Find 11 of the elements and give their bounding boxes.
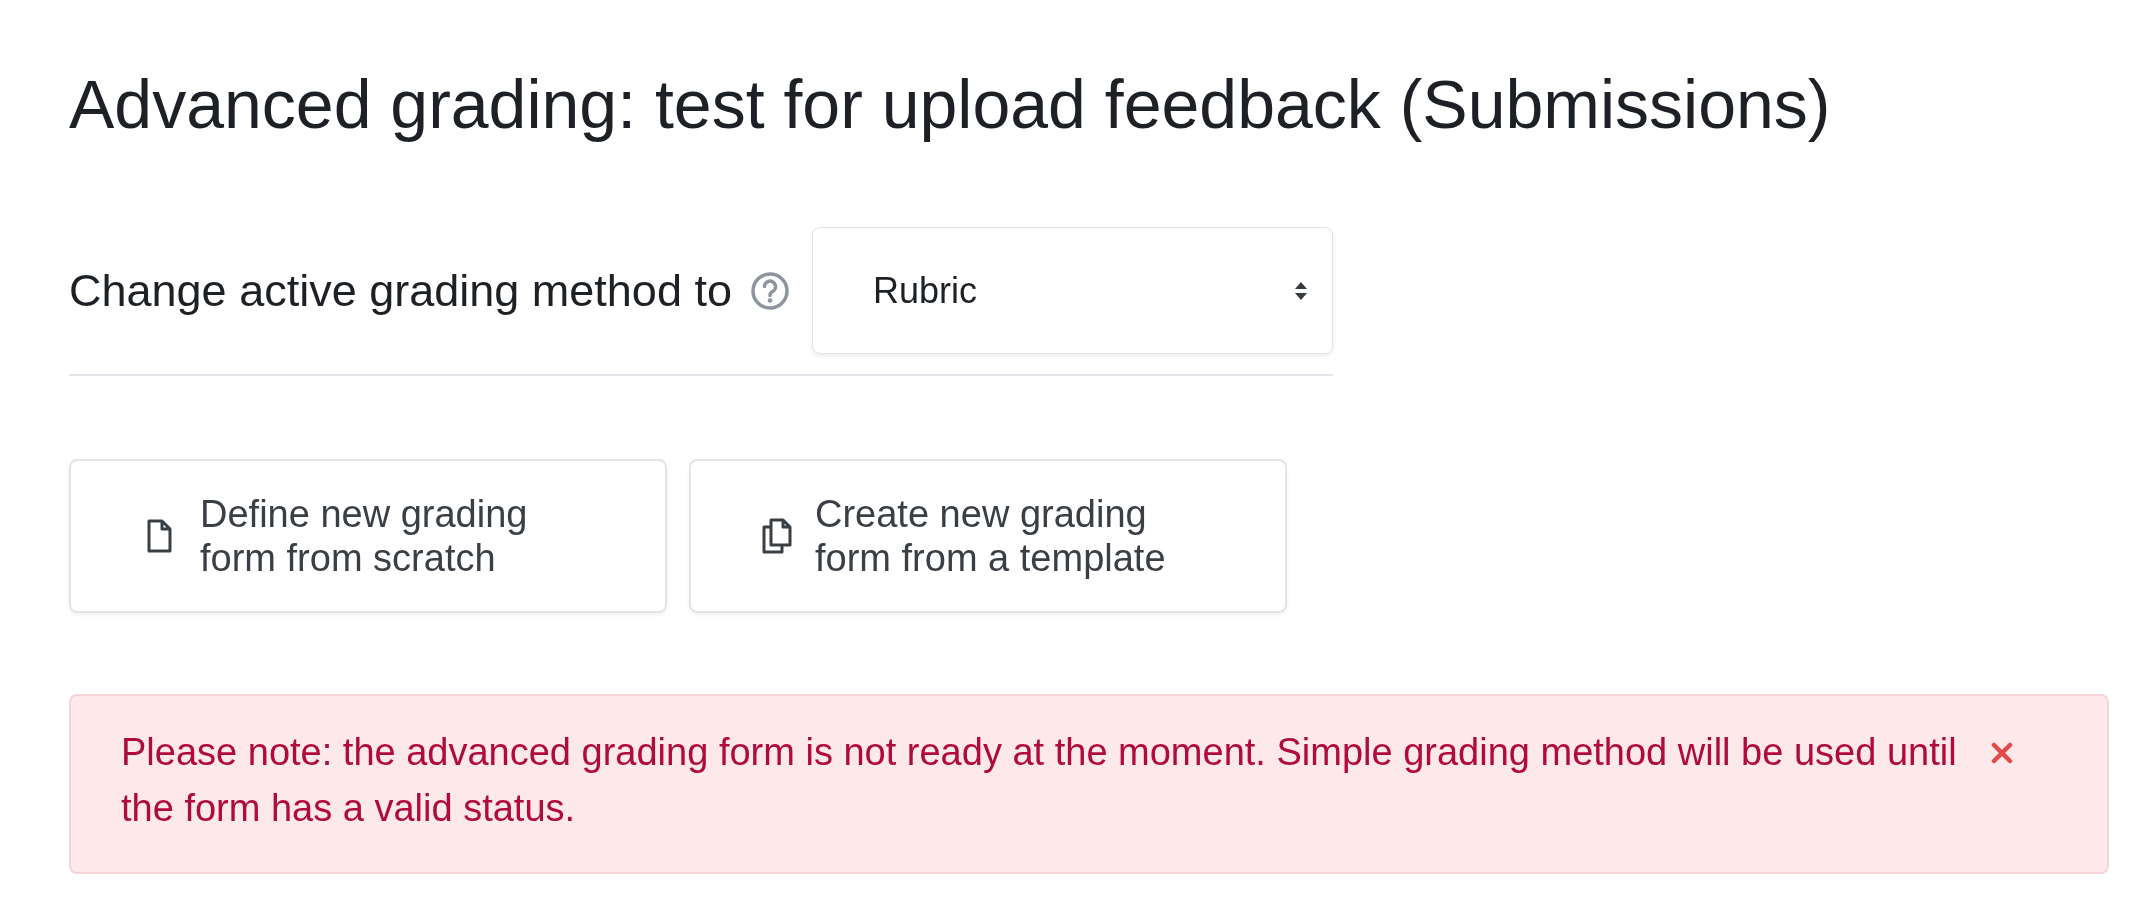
page-title: Advanced grading: test for upload feedback (Submissions) xyxy=(69,65,1831,142)
action-button[interactable]: Create new grading form from a template xyxy=(689,459,1287,613)
action-button[interactable]: Define new grading form from scratch xyxy=(69,459,667,613)
copy-icon xyxy=(761,518,793,554)
grading-method-select[interactable]: Rubric xyxy=(811,227,1333,354)
field-label: Change active grading method to xyxy=(69,263,732,318)
help-icon[interactable] xyxy=(749,270,790,311)
sort-caret-icon xyxy=(1294,280,1308,301)
close-icon[interactable] xyxy=(1991,742,2013,764)
alert-message: Please note: the advanced grading form is not ready at the moment. Simple grading method will be used until the form has a valid status. xyxy=(121,730,1958,831)
document-icon xyxy=(146,519,172,553)
